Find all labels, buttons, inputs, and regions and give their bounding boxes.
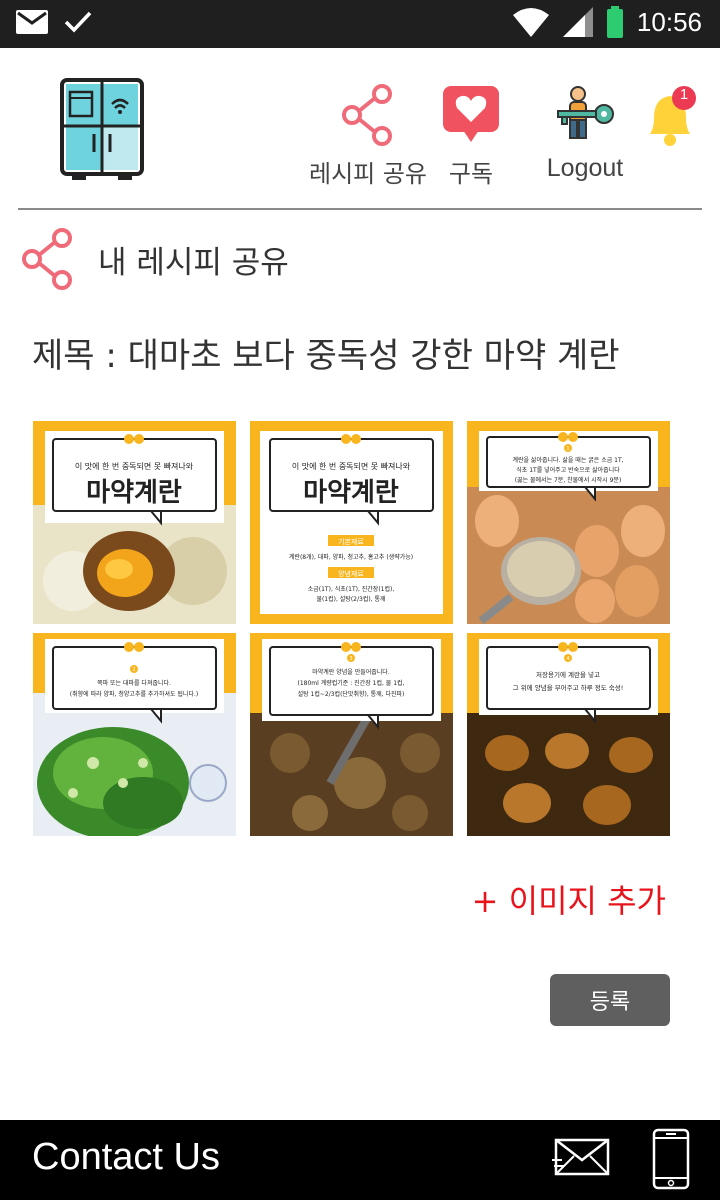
wifi-icon — [512, 8, 549, 37]
footer: Contact Us — [0, 1120, 720, 1200]
share-icon — [22, 228, 72, 290]
person-key-icon — [557, 86, 614, 139]
recipe-image-4[interactable]: 2 쪽파 또는 대파를 다져줍니다. (취향에 따라 양파, 청양고추를 추가하… — [33, 633, 236, 836]
recipe-image-1[interactable]: 이 맛에 한 번 중독되면 못 빠져나와 마약계란 — [33, 421, 236, 624]
signal-icon — [562, 7, 593, 37]
tile-basic-text: 계란(8개), 대파, 양파, 청고추, 홍고추 (생략가능) — [289, 553, 413, 561]
tile-heading: 이 맛에 한 번 중독되면 못 빠져나와 — [292, 461, 411, 471]
recipe-title: 제목 : 대마초 보다 중독성 강한 마약 계란 — [32, 336, 620, 376]
recipe-image-grid: 이 맛에 한 번 중독되면 못 빠져나와 마약계란 이 맛에 한 번 중독되면 … — [33, 421, 670, 836]
tile-step-text: 식초 1T를 넣어주고 반숙으로 삶아줍니다 — [516, 466, 620, 474]
notification-badge: 1 — [679, 86, 689, 103]
heart-chat-icon — [443, 86, 499, 142]
tile-step-number: 3 — [349, 656, 352, 662]
nav-subscribe[interactable]: 구독 — [436, 84, 506, 189]
tile-step-text: 그 위에 양념을 부어주고 하루 정도 숙성! — [513, 683, 624, 692]
status-time: 10:56 — [636, 6, 702, 37]
tile-sauce-text: 소금(1T), 식초(1T), 진간장(1컵), — [308, 585, 395, 593]
recipe-image-3[interactable]: 1 계란을 삶아줍니다. 삶을 때는 굵은 소금 1T, 식초 1T를 넣어주고… — [467, 421, 670, 624]
tile-step-text: 설탕 1컵~2/3컵(단맛취향), 통깨, 다진파) — [298, 690, 405, 698]
tile-step-text: 저장용기에 계란을 넣고 — [536, 670, 600, 679]
mail-icon[interactable] — [552, 1138, 610, 1178]
tile-step-text: (끓는 물에서는 7분, 찬물에서 시작시 9분) — [515, 476, 622, 484]
tile-big-title: 마약계란 — [303, 478, 399, 508]
smart-fridge-logo[interactable] — [60, 78, 144, 182]
nav-logout-label: Logout — [546, 154, 624, 182]
tile-big-title: 마약계란 — [86, 478, 182, 508]
add-image-link[interactable]: + 이미지 추가 — [472, 876, 666, 922]
tile-heading: 이 맛에 한 번 중독되면 못 빠져나와 — [75, 461, 194, 471]
tile-step-text: (취향에 따라 양파, 청양고추를 추가하셔도 됩니다.) — [70, 690, 198, 698]
section-title: 내 레시피 공유 — [20, 228, 289, 290]
check-icon — [64, 11, 92, 33]
recipe-image-6[interactable]: 4 저장용기에 계란을 넣고 그 위에 양념을 부어주고 하루 정도 숙성! — [467, 633, 670, 836]
battery-icon — [606, 6, 623, 38]
contact-us-label: Contact Us — [32, 1136, 220, 1178]
tile-basic-label: 기본재료 — [338, 537, 364, 546]
nav-subscribe-label: 구독 — [448, 160, 494, 188]
notification-bell[interactable]: 1 — [642, 84, 698, 148]
tile-step-number: 2 — [132, 667, 135, 673]
register-button[interactable]: 등록 — [550, 974, 670, 1026]
mail-notification-icon — [16, 10, 48, 34]
status-bar: 10:56 — [0, 0, 720, 48]
header: 레시피 공유 구독 Logout 1 — [18, 48, 702, 210]
tile-step-number: 1 — [566, 446, 569, 452]
tile-sauce-text: 물(1컵), 설탕(2/3컵), 통깨 — [316, 595, 385, 603]
share-icon — [342, 84, 392, 146]
tile-step-text: 계란을 삶아줍니다. 삶을 때는 굵은 소금 1T, — [512, 456, 623, 464]
phone-icon[interactable] — [652, 1128, 690, 1190]
section-title-text: 내 레시피 공유 — [98, 244, 289, 281]
tile-step-text: 쪽파 또는 대파를 다져줍니다. — [97, 679, 171, 687]
tile-step-text: (180ml 계량컵기준 : 진간장 1컵, 물 1컵, — [298, 679, 405, 687]
nav-recipe-share-label: 레시피 공유 — [308, 160, 428, 188]
recipe-image-2[interactable]: 이 맛에 한 번 중독되면 못 빠져나와 마약계란 기본재료 계란(8개), 대… — [250, 421, 453, 624]
tile-step-number: 4 — [566, 656, 569, 662]
tile-step-text: 마약계란 양념을 만들어줍니다. — [312, 668, 390, 676]
nav-logout[interactable]: Logout — [530, 84, 640, 183]
nav-recipe-share[interactable]: 레시피 공유 — [308, 84, 428, 189]
tile-sauce-label: 양념재료 — [338, 570, 364, 578]
recipe-image-5[interactable]: 3 마약계란 양념을 만들어줍니다. (180ml 계량컵기준 : 진간장 1컵… — [250, 633, 453, 836]
